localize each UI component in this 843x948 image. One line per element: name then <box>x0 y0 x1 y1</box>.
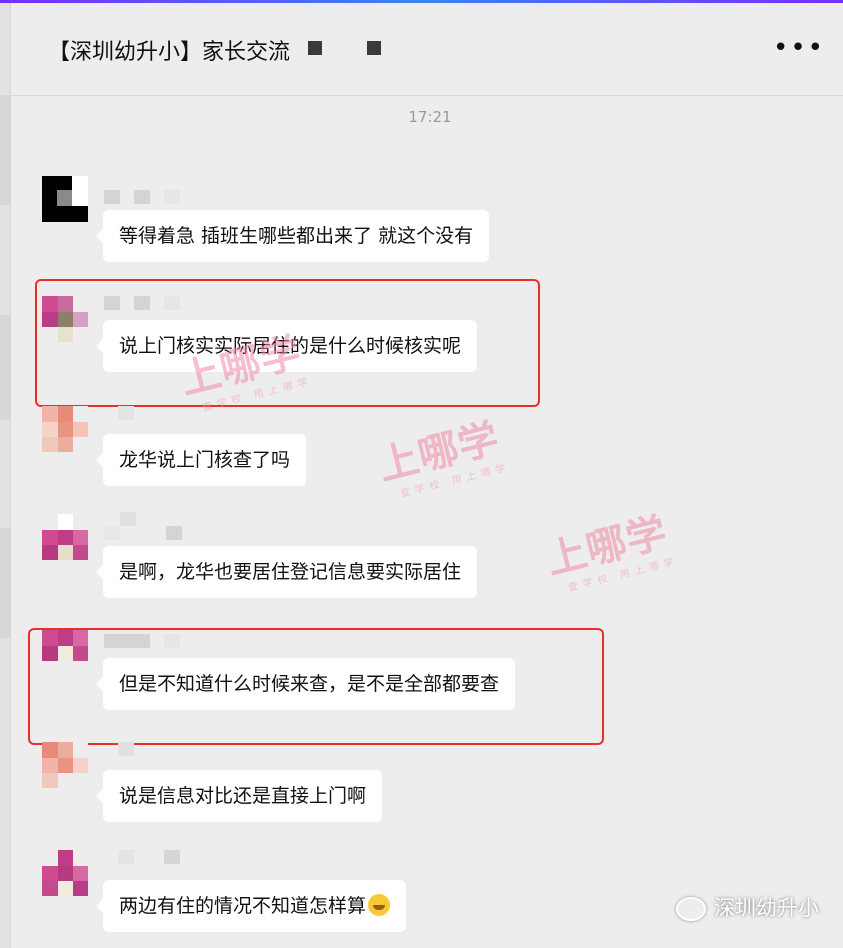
avatar[interactable] <box>42 514 88 560</box>
chat-list-edge <box>0 3 11 948</box>
avatar[interactable] <box>42 850 88 896</box>
account-name: 深圳幼升小 <box>714 896 819 920</box>
title-mosaic <box>367 41 381 55</box>
wechat-icon <box>676 897 706 921</box>
message-bubble: 说是信息对比还是直接上门啊 <box>95 770 383 822</box>
watermark-tagline: 查学校 用上哪学 <box>567 555 680 594</box>
watermark-logo: 上哪学 <box>373 415 505 490</box>
message-bubble: 是啊，龙华也要居住登记信息要实际居住 <box>95 546 478 598</box>
watermark: 上哪学 查学校 用上哪学 <box>374 415 512 503</box>
account-watermark: 深圳幼升小 <box>676 892 819 922</box>
avatar[interactable] <box>42 406 88 452</box>
message-bubble: 龙华说上门核查了吗 <box>95 434 307 486</box>
message-text: 两边有住的情况不知道怎样算 <box>119 895 367 917</box>
highlight-box <box>28 628 604 745</box>
avatar[interactable] <box>42 742 88 788</box>
title-mosaic <box>308 41 322 55</box>
avatar[interactable] <box>42 176 88 222</box>
watermark-tagline: 查学校 用上哪学 <box>399 461 512 500</box>
timestamp: 17:21 <box>408 108 452 126</box>
page-title: 【深圳幼升小】家长交流 <box>48 40 291 65</box>
highlight-box <box>35 279 540 407</box>
chat-header: 【深圳幼升小】家长交流 ••• <box>11 3 843 96</box>
more-options-button[interactable]: ••• <box>773 33 825 63</box>
message-bubble: 两边有住的情况不知道怎样算 <box>95 880 407 932</box>
watermark-logo: 上哪学 <box>541 509 673 584</box>
face-emoji-icon <box>368 893 391 916</box>
watermark: 上哪学 查学校 用上哪学 <box>542 509 680 597</box>
message-bubble: 等得着急 插班生哪些都出来了 就这个没有 <box>95 210 490 262</box>
